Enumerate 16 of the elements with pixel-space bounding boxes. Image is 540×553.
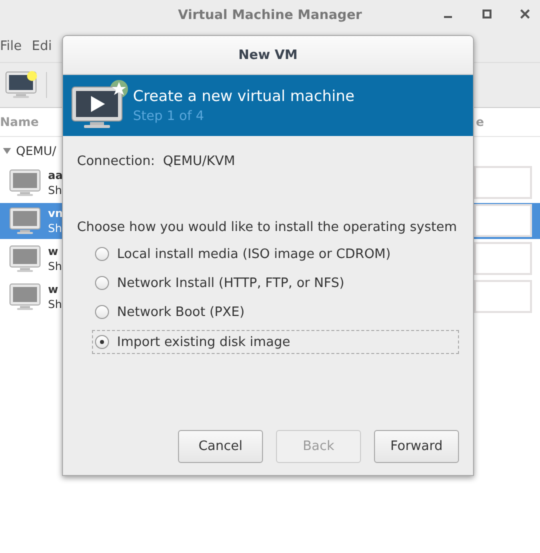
- vm-name: aa: [48, 168, 63, 183]
- window-title: Virtual Machine Manager: [178, 8, 362, 22]
- vm-status: Sh: [48, 183, 63, 198]
- vm-status: Sh: [48, 221, 63, 236]
- vm-name: vn: [48, 206, 64, 221]
- connection-value: QEMU/KVM: [162, 154, 236, 169]
- step-label: Step 1 of 4: [133, 109, 206, 124]
- vm-status: Sh: [48, 259, 62, 274]
- dialog-heading: Create a new virtual machine: [133, 87, 355, 105]
- vm-status: Sh: [48, 297, 62, 312]
- field-label: Connection:: [77, 154, 155, 169]
- connection-label: QEMU/: [16, 144, 56, 158]
- dialog-title: New VM: [238, 48, 298, 62]
- vm-name: w: [48, 244, 60, 259]
- prompt-text: Choose how you would like to install the operating system: [77, 220, 458, 235]
- vm-name: w: [48, 282, 60, 297]
